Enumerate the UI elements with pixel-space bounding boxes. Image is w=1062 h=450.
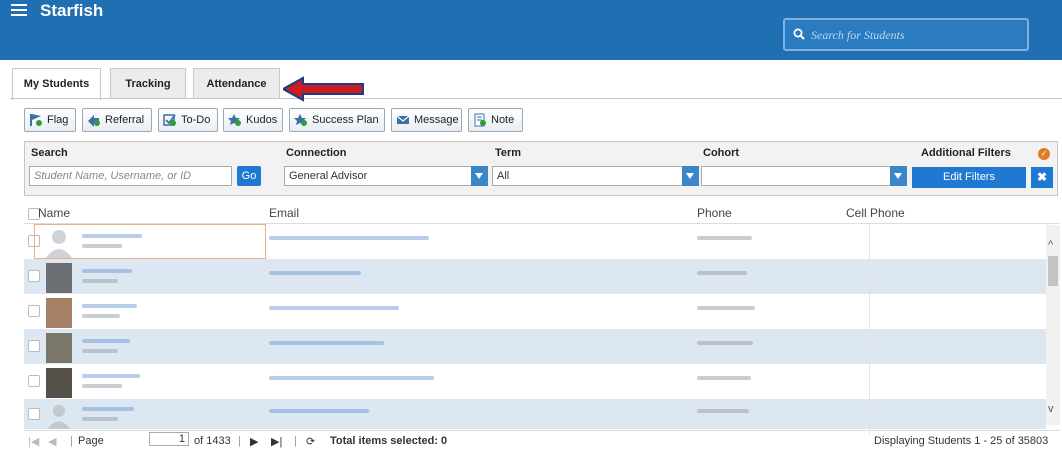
filter-active-icon: ✓ (1038, 148, 1050, 160)
column-name[interactable]: Name (38, 206, 70, 220)
tab-divider (10, 98, 1062, 99)
note-icon (474, 113, 486, 127)
vertical-scrollbar[interactable]: ^ v (1046, 225, 1060, 425)
term-value: All (497, 170, 510, 182)
message-label: Message (414, 114, 459, 126)
kudos-label: Kudos (246, 114, 278, 126)
tab-attendance[interactable]: Attendance (193, 68, 280, 98)
refresh-icon[interactable]: ⟳ (306, 435, 315, 448)
row-checkbox[interactable] (28, 340, 40, 352)
note-button[interactable]: Note (468, 108, 523, 132)
todo-label: To-Do (181, 114, 211, 126)
table-row[interactable] (24, 364, 1046, 399)
selected-count: Total items selected: 0 (330, 435, 448, 447)
tab-tracking[interactable]: Tracking (110, 68, 186, 98)
flag-icon (30, 114, 42, 126)
success-plan-button[interactable]: Success Plan (289, 108, 385, 132)
student-search-input[interactable]: Search for Students (783, 18, 1029, 51)
connection-value: General Advisor (289, 170, 368, 182)
success-plan-label: Success Plan (312, 114, 379, 126)
top-bar: Starfish Search for Students (0, 0, 1062, 60)
table-header: Name Email Phone Cell Phone (24, 203, 1060, 224)
displaying-count: Displaying Students 1 - 25 of 35803 (874, 435, 1049, 447)
row-checkbox[interactable] (28, 305, 40, 317)
term-select[interactable]: All (492, 166, 699, 186)
todo-icon (163, 114, 176, 126)
student-photo (46, 368, 72, 398)
pager-divider: | (238, 435, 241, 447)
clear-filters-button[interactable]: ✖ (1031, 167, 1053, 188)
red-arrow-annotation (283, 76, 364, 102)
student-photo (46, 333, 72, 363)
edit-filters-button[interactable]: Edit Filters (912, 167, 1026, 188)
menu-icon[interactable] (11, 4, 27, 18)
student-photo (46, 263, 72, 293)
column-cell-phone[interactable]: Cell Phone (846, 206, 905, 220)
envelope-icon (396, 115, 410, 124)
todo-button[interactable]: To-Do (158, 108, 218, 132)
kudos-button[interactable]: Kudos (223, 108, 283, 132)
table-row[interactable] (24, 329, 1046, 364)
row-checkbox[interactable] (28, 375, 40, 387)
student-filter-input[interactable]: Student Name, Username, or ID (29, 166, 232, 186)
referral-icon (88, 115, 100, 127)
cohort-label: Cohort (703, 147, 740, 159)
first-page-icon[interactable]: |◀ (28, 435, 39, 448)
pager-divider: | (294, 435, 297, 447)
next-page-icon[interactable]: ▶ (250, 435, 258, 448)
message-button[interactable]: Message (391, 108, 462, 132)
last-page-icon[interactable]: ▶| (271, 435, 282, 448)
flag-label: Flag (47, 114, 69, 126)
chevron-down-icon (890, 166, 907, 186)
table-row[interactable] (24, 224, 1046, 259)
search-label: Search (31, 147, 68, 159)
avatar-placeholder-icon (47, 404, 71, 429)
chevron-down-icon (471, 166, 488, 186)
column-email[interactable]: Email (269, 206, 299, 220)
page-label: Page (78, 435, 104, 447)
scroll-down-icon[interactable]: v (1048, 403, 1054, 415)
row-checkbox[interactable] (28, 270, 40, 282)
scroll-up-icon[interactable]: ^ (1048, 239, 1053, 251)
table-row[interactable] (24, 259, 1046, 294)
row-focus-outline (34, 224, 266, 259)
app-title: Starfish (40, 1, 104, 20)
success-plan-icon (294, 114, 307, 126)
table-row[interactable] (24, 399, 1046, 434)
referral-label: Referral (105, 114, 145, 126)
referral-button[interactable]: Referral (82, 108, 152, 132)
additional-filters-label: Additional Filters (921, 147, 1011, 159)
table-row[interactable] (24, 294, 1046, 329)
chevron-down-icon (682, 166, 699, 186)
column-phone[interactable]: Phone (697, 206, 732, 220)
note-label: Note (491, 114, 515, 126)
student-photo (46, 298, 72, 328)
pager-divider: | (70, 435, 73, 447)
filter-panel: Search Student Name, Username, or ID Go … (24, 141, 1058, 196)
flag-button[interactable]: Flag (24, 108, 76, 132)
prev-page-icon[interactable]: ◀ (48, 435, 56, 448)
row-checkbox[interactable] (28, 408, 40, 420)
search-icon (793, 28, 805, 40)
scrollbar-thumb[interactable] (1048, 256, 1058, 286)
page-number-input[interactable]: 1 (149, 432, 189, 446)
connection-select[interactable]: General Advisor (284, 166, 488, 186)
go-button[interactable]: Go (237, 166, 261, 186)
search-placeholder: Search for Students (811, 28, 905, 42)
cohort-select[interactable] (701, 166, 907, 186)
kudos-icon (228, 114, 241, 126)
term-label: Term (495, 147, 522, 159)
page-count: of 1433 (194, 435, 231, 447)
connection-label: Connection (286, 147, 347, 159)
tab-my-students[interactable]: My Students (12, 68, 101, 100)
pager: |◀ ◀ | Page 1 of 1433 | ▶ ▶| | ⟳ Total i… (24, 430, 1060, 450)
